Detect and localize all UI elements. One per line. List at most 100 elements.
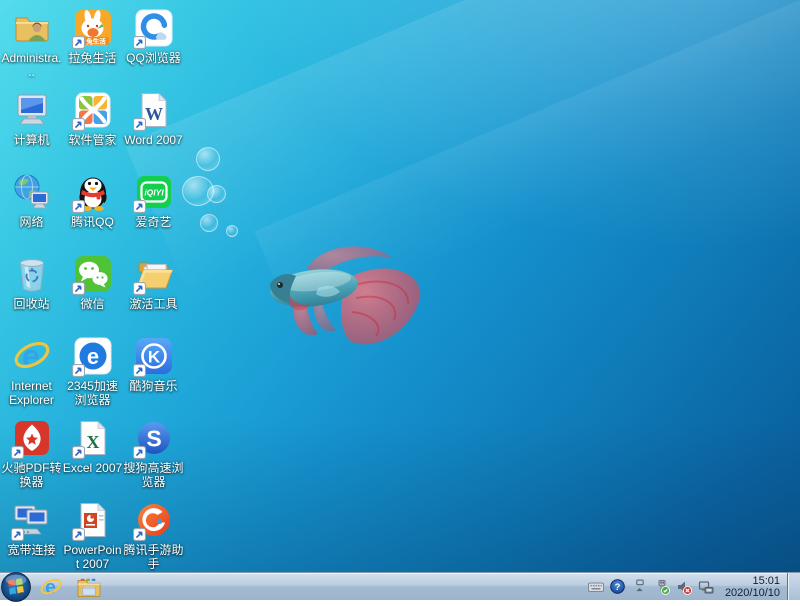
desktop-icon-kugou-music[interactable]: K 酷狗音乐: [123, 330, 184, 412]
recycle-bin-icon: [12, 254, 52, 294]
show-desktop-button[interactable]: [787, 573, 800, 600]
network-icon: [12, 172, 52, 212]
open-folder-icon: [134, 254, 174, 294]
desktop-icon-broadband[interactable]: 宽带连接: [1, 494, 62, 576]
bubble: [226, 225, 238, 237]
iqiyi-icon: iQIYI: [134, 172, 174, 212]
shortcut-arrow-icon: [72, 528, 85, 541]
word-icon: W: [134, 90, 174, 130]
desktop-icon-sogou-browser[interactable]: S 搜狗高速浏览器: [123, 412, 184, 494]
shortcut-arrow-icon: [133, 282, 146, 295]
icon-label: 软件管家: [68, 133, 116, 147]
icon-label: QQ浏览器: [126, 51, 181, 65]
desktop-icon-tencent-gamebuddy[interactable]: 腾讯手游助手: [123, 494, 184, 576]
excel-icon: X: [73, 418, 113, 458]
svg-text:X: X: [86, 432, 99, 452]
icon-label: 腾讯手游助手: [123, 543, 184, 571]
latu-life-icon: 兔生活: [73, 8, 113, 48]
internet-explorer-icon: e: [39, 575, 63, 599]
software-manager-icon: [73, 90, 113, 130]
volume-muted-icon[interactable]: [675, 577, 693, 597]
svg-text:兔生活: 兔生活: [85, 37, 106, 46]
desktop-icon-word-2007[interactable]: W Word 2007: [123, 84, 184, 166]
desktop-icon-latu-life[interactable]: 兔生活 拉兔生活: [62, 2, 123, 84]
broadband-connection-icon: [12, 500, 52, 540]
desktop-icon-tencent-qq[interactable]: 腾讯QQ: [62, 166, 123, 248]
icon-label: PowerPoint 2007: [62, 543, 123, 571]
icon-label: 火驰PDF转换器: [1, 461, 62, 489]
desktop-icon-computer[interactable]: 计算机: [1, 84, 62, 166]
betta-fish: [252, 226, 437, 356]
usb-safely-remove-icon[interactable]: [653, 577, 671, 597]
svg-text:S: S: [146, 426, 161, 452]
kugou-music-icon: K: [134, 336, 174, 376]
desktop-icon-activation-tools[interactable]: 激活工具: [123, 248, 184, 330]
icon-label: 回收站: [13, 297, 49, 311]
desktop-icon-administrator[interactable]: Administra...: [1, 2, 62, 84]
icon-label: 网络: [19, 215, 43, 229]
internet-explorer-icon: e: [12, 336, 52, 376]
sogou-browser-icon: S: [134, 418, 174, 458]
shortcut-arrow-icon: [133, 364, 146, 377]
desktop-icon-qq-browser[interactable]: QQ浏览器: [123, 2, 184, 84]
icon-label: 2345加速浏览器: [62, 379, 123, 407]
icon-label: 搜狗高速浏览器: [123, 461, 184, 489]
show-hidden-icons-button[interactable]: [631, 577, 649, 597]
huochi-pdf-icon: [12, 418, 52, 458]
wechat-icon: [73, 254, 113, 294]
shortcut-arrow-icon: [133, 528, 146, 541]
svg-text:K: K: [147, 348, 160, 367]
shortcut-arrow-icon: [133, 118, 146, 131]
user-folder-icon: [12, 8, 52, 48]
desktop-icon-recycle-bin[interactable]: 回收站: [1, 248, 62, 330]
desktop-icon-excel-2007[interactable]: X Excel 2007: [62, 412, 123, 494]
shortcut-arrow-icon: [133, 36, 146, 49]
shortcut-arrow-icon: [72, 36, 85, 49]
icon-label: 微信: [80, 297, 104, 311]
desktop-icon-wechat[interactable]: 微信: [62, 248, 123, 330]
qq-penguin-icon: [73, 172, 113, 212]
svg-text:W: W: [145, 104, 163, 124]
desktop-icon-network[interactable]: 网络: [1, 166, 62, 248]
icon-label: Excel 2007: [63, 461, 122, 475]
icon-label: 计算机: [13, 133, 49, 147]
icon-label: Administra...: [1, 51, 62, 79]
shortcut-arrow-icon: [11, 446, 24, 459]
icon-label: Word 2007: [124, 133, 182, 147]
bubble: [196, 147, 220, 171]
desktop-icon-internet-explorer[interactable]: e Internet Explorer: [1, 330, 62, 412]
desktop-icon-powerpoint-2007[interactable]: PowerPoint 2007: [62, 494, 123, 576]
svg-text:e: e: [86, 344, 98, 369]
shortcut-arrow-icon: [72, 118, 85, 131]
taskbar-explorer-button[interactable]: [70, 573, 108, 600]
start-button[interactable]: [0, 571, 32, 603]
computer-icon: [12, 90, 52, 130]
clock-time: 15:01: [725, 575, 780, 587]
windows-orb-icon: [0, 571, 32, 603]
input-keyboard-tray-icon[interactable]: [587, 577, 605, 597]
desktop-icon-grid: Administra... 兔生活 拉兔生活: [1, 2, 184, 576]
shortcut-arrow-icon: [72, 200, 85, 213]
desktop-icon-iqiyi[interactable]: iQIYI 爱奇艺: [123, 166, 184, 248]
shortcut-arrow-icon: [72, 364, 85, 377]
desktop-icon-software-manager[interactable]: 软件管家: [62, 84, 123, 166]
tencent-gamebuddy-icon: [134, 500, 174, 540]
icon-label: 宽带连接: [7, 543, 55, 557]
clock[interactable]: 15:01 2020/10/10: [725, 575, 780, 599]
network-tray-icon[interactable]: [697, 577, 715, 597]
desktop-icon-2345-browser[interactable]: e 2345加速浏览器: [62, 330, 123, 412]
help-tray-icon[interactable]: ?: [609, 577, 627, 597]
icon-label: Internet Explorer: [1, 379, 62, 407]
taskbar: e: [0, 572, 800, 600]
bubble: [207, 185, 226, 203]
icon-label: 爱奇艺: [135, 215, 171, 229]
windows-explorer-folder-icon: [76, 576, 102, 598]
shortcut-arrow-icon: [72, 282, 85, 295]
system-tray: ?: [585, 573, 800, 600]
desktop-icon-huochi-pdf[interactable]: 火驰PDF转换器: [1, 412, 62, 494]
taskbar-ie-button[interactable]: e: [32, 573, 70, 600]
icon-label: 激活工具: [129, 297, 177, 311]
2345-browser-icon: e: [73, 336, 113, 376]
shortcut-arrow-icon: [11, 528, 24, 541]
svg-text:iQIYI: iQIYI: [144, 188, 164, 198]
